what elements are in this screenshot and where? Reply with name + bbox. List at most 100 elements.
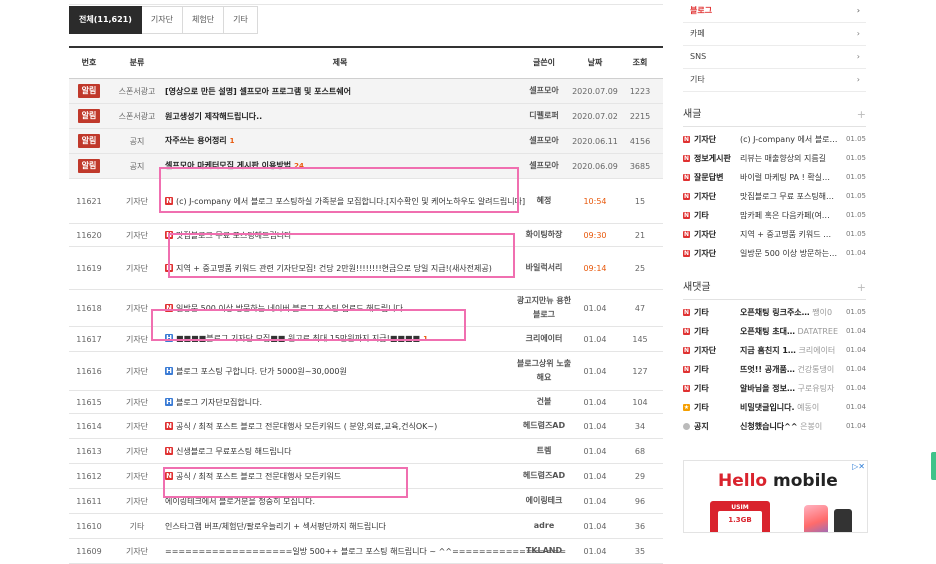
new-comment-item[interactable]: N 기자단 지금 홈친지 1… 크리에이터 01.04 [683, 341, 866, 360]
post-title-link[interactable]: [영상으로 만든 설명] 셀프모아 프로그램 및 포스트쉐어 [165, 87, 351, 96]
new-comment-item[interactable]: ★ 기타 비밀댓글입니다. 예동이 01.04 [683, 398, 866, 417]
new-post-item[interactable]: N 기자단 맛집블로그 무료 포스팅해… 01.05 [683, 187, 866, 206]
cell-author[interactable]: 블로그상위 노출해요 [515, 352, 573, 390]
cell-author[interactable]: 트렘 [515, 439, 573, 463]
comment-count[interactable]: 1 [423, 335, 428, 343]
new-post-item[interactable]: N 기자단 지역 + 중고명품 키워드 … 01.05 [683, 225, 866, 244]
post-title-link[interactable]: 맛집블로그 무료 포스팅해드립니다 [176, 231, 292, 240]
col-views[interactable]: 조회 [617, 48, 663, 78]
cell-author[interactable]: 셀프모아 [515, 79, 573, 103]
col-date[interactable]: 날짜 [573, 48, 617, 78]
notice-row[interactable]: 알림 공지 셀프모아 마케터모집 게시판 이용방법 24 셀프모아 2020.06.09 3… [69, 154, 663, 179]
cell-author[interactable]: 에이링테크 [515, 489, 573, 513]
new-comment-item[interactable]: N 기타 알바님을 정보… 구로유팅자 01.04 [683, 379, 866, 398]
category-item[interactable]: 기타 › [683, 69, 866, 92]
post-title-link[interactable]: 공식 / 최적 포스트 블로그 전문대행사 모든키워드 [176, 472, 341, 481]
table-row[interactable]: 11614 기자단 N 공식 / 최적 포스트 블로그 전문대행사 모든키워드 ( 분… [69, 414, 663, 439]
item-comment[interactable]: 신청했습니다^^ 은봉이 [740, 417, 846, 436]
post-title-link[interactable]: 지역 + 중고명품 키워드 관련 기자단모집! 건당 2만원!!!!!!!!현금… [176, 264, 492, 273]
col-title[interactable]: 제목 [165, 48, 515, 78]
item-title[interactable]: 바이럴 마케팅 PA ! 확실… [740, 168, 846, 187]
table-row[interactable]: 11611 기자단 에이링테크에서 블로거분을 정중히 모십니다. 에이링테크 01.0… [69, 489, 663, 514]
table-row[interactable]: 11620 기자단 N 맛집블로그 무료 포스팅해드립니다 화이팅하장 09:30 21 [69, 224, 663, 247]
col-no[interactable]: 번호 [69, 48, 109, 78]
col-category[interactable]: 분류 [109, 48, 165, 78]
tab-all[interactable]: 전체(11,621) [69, 6, 142, 34]
new-post-item[interactable]: N 기자단 (c) J-company 에서 블로… 01.05 [683, 130, 866, 149]
cell-author[interactable]: adre [515, 514, 573, 538]
item-title[interactable]: 리뷰는 매출향상의 지름길 [740, 149, 846, 168]
item-title[interactable]: 일방문 500 이상 방문하는… [740, 244, 846, 263]
table-row[interactable]: 11617 기자단 H ■■■■블로그 기자단 모집■■ 원고료 최대 15만원까지 … [69, 327, 663, 352]
notice-row[interactable]: 알림 스폰서광고 원고생성기 제작해드립니다.. 디펠로퍼 2020.07.02 2215 [69, 104, 663, 129]
new-comment-item[interactable]: N 기타 오픈채팅 링크주소… 쨍이0 01.05 [683, 303, 866, 322]
table-row[interactable]: 11610 기타 인스타그램 버프/체험단/팔로우늘리기 + 섹서평단까지 해드립니… [69, 514, 663, 539]
new-comment-item[interactable]: N 기타 오픈채팅 초대… DATATREE 01.04 [683, 322, 866, 341]
cell-author[interactable]: 광고지만뉴 용한블로그 [515, 290, 573, 326]
table-row[interactable]: 11621 기자단 N (c) J-company 에서 블로그 포스팅하실 가족분을… [69, 179, 663, 224]
post-title-link[interactable]: 셀프모아 마케터모집 게시판 이용방법 [165, 161, 291, 170]
plus-icon[interactable]: + [857, 277, 866, 299]
category-item[interactable]: 블로그 › [683, 0, 866, 23]
new-post-item[interactable]: N 기타 맘카페 혹은 다음카페(여… 01.05 [683, 206, 866, 225]
table-row[interactable]: 11615 기자단 H 블로그 기자단모집합니다. 건볼 01.04 104 [69, 391, 663, 414]
post-title-link[interactable]: 자주쓰는 용어정리 [165, 136, 227, 145]
table-row[interactable]: 11616 기자단 H 블로그 포스팅 구합니다. 단가 5000원~30,000원 블… [69, 352, 663, 391]
cell-author[interactable]: 헤드렴즈AD [515, 414, 573, 438]
item-comment[interactable]: 지금 홈친지 1… 크리에이터 [740, 341, 846, 360]
cell-author[interactable]: 바일럭서리 [515, 247, 573, 289]
cell-author[interactable]: 혜정 [515, 179, 573, 223]
side-scroll-tab[interactable] [931, 452, 936, 480]
item-comment[interactable]: 오픈채팅 초대… DATATREE [740, 322, 846, 341]
new-comment-item[interactable]: N 기타 뜨엇!! 공개품… 건강통댕이 01.04 [683, 360, 866, 379]
table-row[interactable]: 11618 기자단 N 일방문 500 이상 방문하는 네이버 블로그 포스팅 업로드… [69, 290, 663, 327]
cell-author[interactable]: 화이팅하장 [515, 224, 573, 246]
post-title-link[interactable]: (c) J-company 에서 블로그 포스팅하실 가족분을 모집합니다.[지… [176, 197, 525, 206]
comment-count[interactable]: 24 [294, 162, 304, 170]
cell-author[interactable]: 디펠로퍼 [515, 104, 573, 128]
category-item[interactable]: 카페 › [683, 23, 866, 46]
post-title-link[interactable]: 에이링테크에서 블로거분을 정중히 모십니다. [165, 497, 315, 506]
table-row[interactable]: 11613 기자단 N 신생블로그 무료포스팅 해드립니다 트렘 01.04 68 [69, 439, 663, 464]
ad-banner[interactable]: ▷✕ Hello mobile USIM 1.3GB [683, 460, 868, 533]
tab-reporter[interactable]: 기자단 [141, 6, 183, 34]
post-title-link[interactable]: 인스타그램 버프/체험단/팔로우늘리기 + 섹서평단까지 해드립니다 [165, 522, 386, 531]
cell-author[interactable]: 셀프모아 [515, 129, 573, 153]
table-row[interactable]: 11619 기자단 N 지역 + 중고명품 키워드 관련 기자단모집! 건당 2만원!… [69, 247, 663, 290]
post-title-link[interactable]: 공식 / 최적 포스트 블로그 전문대행사 모든키워드 ( 분양,의료,교육,건… [176, 422, 437, 431]
item-comment[interactable]: 알바님을 정보… 구로유팅자 [740, 379, 846, 398]
item-comment[interactable]: 오픈채팅 링크주소… 쨍이0 [740, 303, 846, 322]
new-post-item[interactable]: N 잘문답변 바이럴 마케팅 PA ! 확실… 01.05 [683, 168, 866, 187]
post-title-link[interactable]: 블로그 포스팅 구합니다. 단가 5000원~30,000원 [176, 367, 347, 376]
ad-choices-icon[interactable]: ▷✕ [848, 462, 865, 472]
post-title-link[interactable]: 원고생성기 제작해드립니다.. [165, 112, 262, 121]
item-title[interactable]: 맘카페 혹은 다음카페(여… [740, 206, 846, 225]
post-title-link[interactable]: 블로그 기자단모집합니다. [176, 398, 262, 407]
cell-author[interactable]: 헤드렴즈AD [515, 464, 573, 488]
col-author[interactable]: 글쓴이 [515, 48, 573, 78]
new-comment-item[interactable]: 공지 신청했습니다^^ 은봉이 01.04 [683, 417, 866, 436]
post-title-link[interactable]: 일방문 500 이상 방문하는 네이버 블로그 포스팅 업로드 해드립니다. [176, 304, 406, 313]
item-comment[interactable]: 비밀댓글입니다. 예동이 [740, 398, 846, 417]
item-title[interactable]: 지역 + 중고명품 키워드 … [740, 225, 846, 244]
plus-icon[interactable]: + [857, 104, 866, 126]
post-title-link[interactable]: 신생블로그 무료포스팅 해드립니다 [176, 447, 292, 456]
comment-count[interactable]: 1 [230, 137, 235, 145]
table-row[interactable]: 11609 기자단 ===================일방 500++ 블로그 … [69, 539, 663, 564]
item-title[interactable]: (c) J-company 에서 블로… [740, 130, 846, 149]
tab-experience[interactable]: 체험단 [183, 6, 225, 34]
cell-author[interactable]: 셀프모아 [515, 154, 573, 178]
item-title[interactable]: 맛집블로그 무료 포스팅해… [740, 187, 846, 206]
new-post-item[interactable]: N 정보게시판 리뷰는 매출향상의 지름길 01.05 [683, 149, 866, 168]
post-title-link[interactable]: ■■■■블로그 기자단 모집■■ 원고료 최대 15만원까지 지급!■■■■ [176, 334, 420, 343]
cell-author[interactable]: 크리에이터 [515, 327, 573, 351]
table-row[interactable]: 11612 기자단 N 공식 / 최적 포스트 블로그 전문대행사 모든키워드 헤드렴즈… [69, 464, 663, 489]
post-title-link[interactable]: ===================일방 500++ 블로그 포스팅 해드립니… [165, 547, 566, 556]
cell-author[interactable]: 건볼 [515, 391, 573, 413]
item-comment[interactable]: 뜨엇!! 공개품… 건강통댕이 [740, 360, 846, 379]
tab-etc[interactable]: 기타 [224, 6, 258, 34]
category-item[interactable]: SNS › [683, 46, 866, 69]
new-post-item[interactable]: N 기자단 일방문 500 이상 방문하는… 01.04 [683, 244, 866, 263]
notice-row[interactable]: 알림 공지 자주쓰는 용어정리 1 셀프모아 2020.06.11 4156 [69, 129, 663, 154]
cell-author[interactable]: TKLAND [515, 539, 573, 563]
